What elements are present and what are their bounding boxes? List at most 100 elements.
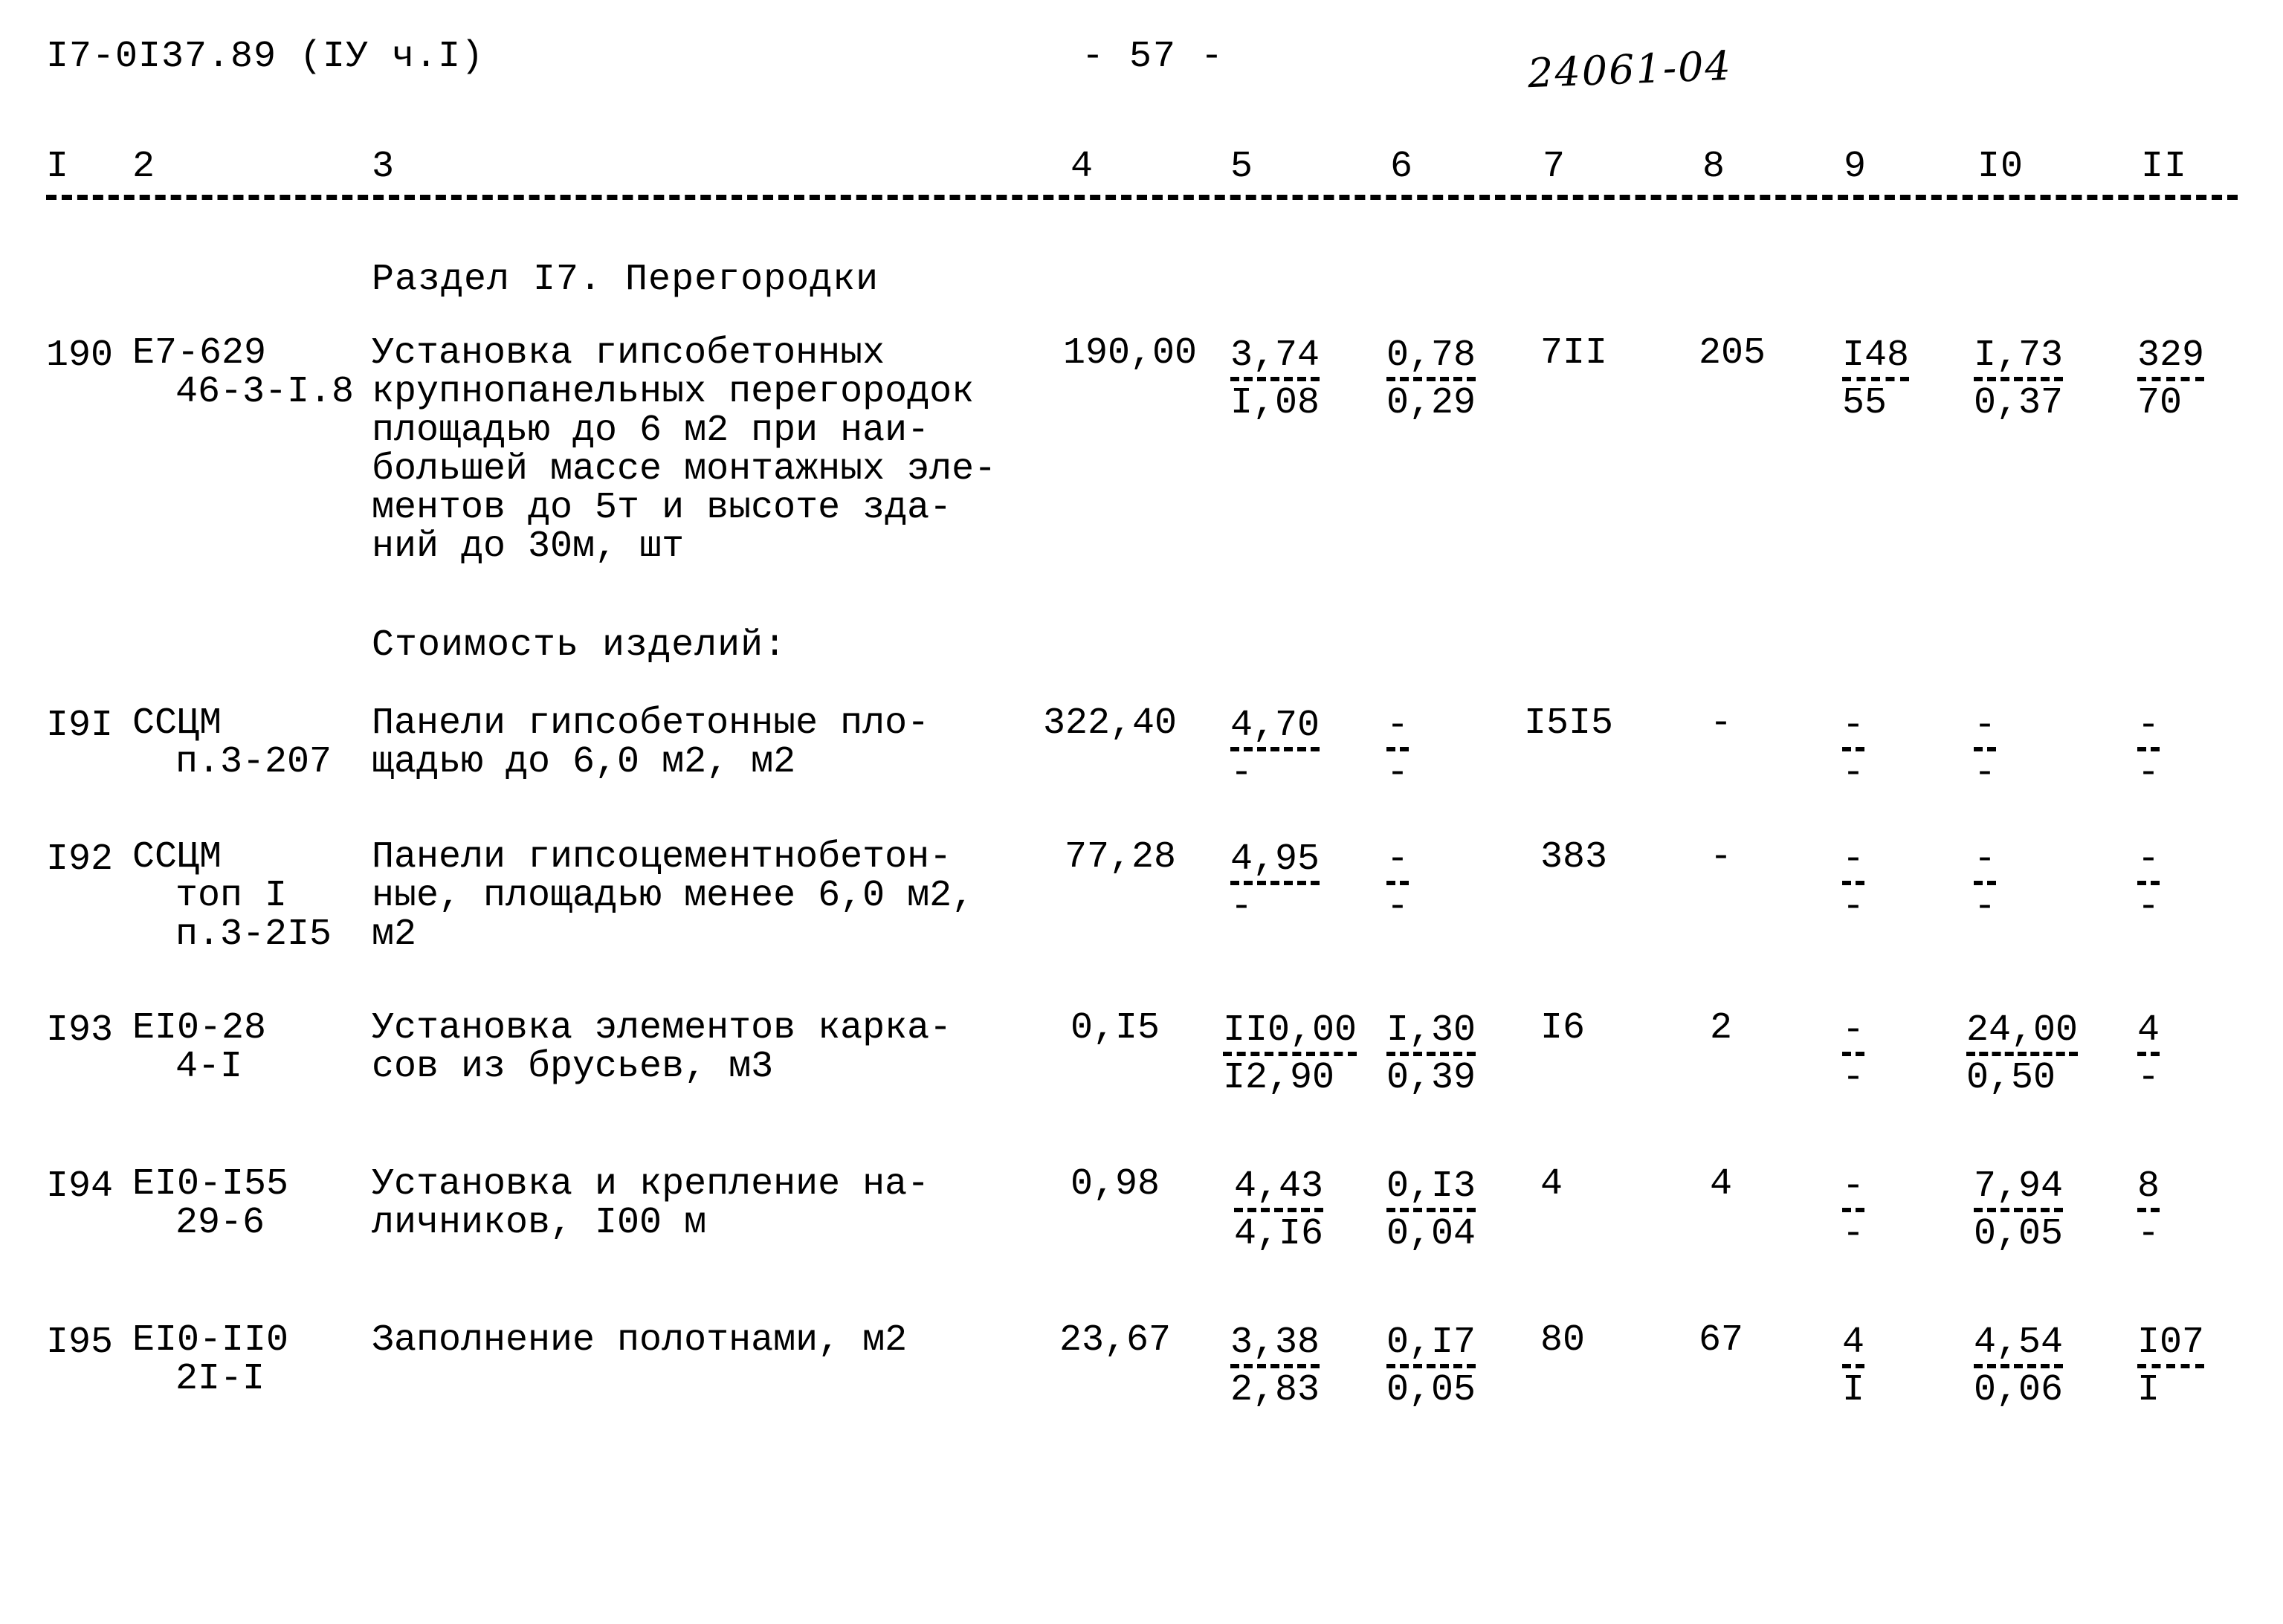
cell-value-numerator: - xyxy=(1974,707,1997,751)
row-code: Е7-629 46-3-I.8 xyxy=(132,334,354,412)
row-code-line: топ I xyxy=(175,875,288,917)
cell-value: I5I5 xyxy=(1524,702,1614,745)
cell-value-denominator: 0,39 xyxy=(1386,1057,1476,1099)
cell-col5: 3,38 2,83 xyxy=(1230,1321,1320,1410)
cell-value-denominator: I2,90 xyxy=(1223,1057,1335,1099)
cell-col4: 190,00 xyxy=(1063,334,1197,373)
row-description-line: Установка элементов карка- xyxy=(372,1007,952,1049)
sub-heading: Стоимость изделий: xyxy=(372,624,787,667)
cell-value-numerator: - xyxy=(1842,841,1865,885)
document-code: I7-0I37.89 (IУ ч.I) xyxy=(46,36,485,78)
cell-value-denominator: 4,I6 xyxy=(1234,1213,1324,1255)
row-description: Панели гипсоцементнобетон- ные, площадью… xyxy=(372,838,974,954)
cell-col6: 0,78 0,29 xyxy=(1386,334,1476,423)
cell-value-numerator: 3,38 xyxy=(1230,1324,1320,1368)
row-description: Установка и крепление на- личников, I00 … xyxy=(372,1165,929,1243)
cell-col6: 0,I7 0,05 xyxy=(1386,1321,1476,1410)
cell-value-numerator: - xyxy=(1842,1168,1865,1212)
row-description-line: крупнопанельных перегородок xyxy=(372,371,975,413)
cell-value-numerator: - xyxy=(1842,1012,1865,1056)
row-code-line: 29-6 xyxy=(175,1202,265,1244)
cell-value-numerator: 4,70 xyxy=(1230,707,1320,751)
cell-value-denominator: - xyxy=(2137,752,2160,795)
cell-col11: 8 - xyxy=(2137,1165,2160,1254)
cell-col7: I6 xyxy=(1540,1009,1585,1048)
row-code-line: ССЦМ xyxy=(132,702,222,745)
cell-col11: - - xyxy=(2137,705,2160,793)
cell-value-numerator: - xyxy=(2137,841,2160,885)
cell-value-numerator: - xyxy=(1386,841,1409,885)
cell-value-denominator: - xyxy=(1386,752,1409,795)
row-code: ССЦМ п.3-207 xyxy=(132,705,332,782)
cell-value-numerator: 4,54 xyxy=(1974,1324,2064,1368)
row-position-number: I95 xyxy=(46,1321,114,1364)
cell-value-denominator: - xyxy=(1842,752,1865,795)
cell-col7: I5I5 xyxy=(1524,705,1613,743)
cell-value-numerator: 4 xyxy=(1842,1324,1865,1368)
cell-col8: 67 xyxy=(1699,1321,1743,1360)
cell-value-numerator: 0,78 xyxy=(1386,337,1476,381)
cell-col4: 0,I5 xyxy=(1071,1009,1160,1048)
cell-value-denominator: 0,05 xyxy=(1974,1213,2064,1255)
row-code-line: п.3-207 xyxy=(175,741,332,783)
cell-value-denominator: I,08 xyxy=(1230,382,1320,424)
cell-col5: 4,70 - xyxy=(1230,705,1320,793)
cell-value-denominator: - xyxy=(1974,886,1997,928)
row-code: ЕI0-I55 29-6 xyxy=(132,1165,288,1243)
row-code-line: п.3-2I5 xyxy=(175,913,332,956)
row-position-number: I9I xyxy=(46,705,114,747)
row-code-line: ССЦМ xyxy=(132,836,222,879)
archive-stamp-number: 24061-04 xyxy=(1526,42,1733,97)
row-description-line: щадью до 6,0 м2, м2 xyxy=(372,741,796,783)
cell-col10: - - xyxy=(1974,838,1997,928)
row-description-line: Панели гипсобетонные пло- xyxy=(372,702,930,745)
row-position-number: I92 xyxy=(46,838,114,881)
cell-value: 205 xyxy=(1699,332,1766,375)
column-header-4: 4 xyxy=(1071,146,1094,188)
row-code-line: Е7-629 xyxy=(132,332,267,375)
cell-col4: 23,67 xyxy=(1059,1321,1171,1360)
cell-value-numerator: 7,94 xyxy=(1974,1168,2064,1212)
row-description: Панели гипсобетонные пло- щадью до 6,0 м… xyxy=(372,705,929,782)
cell-value-denominator: 70 xyxy=(2137,382,2183,424)
row-description-line: Заполнение полотнами, м2 xyxy=(372,1319,908,1362)
cell-col11: - - xyxy=(2137,838,2160,927)
cell-col11: I07 I xyxy=(2137,1321,2205,1411)
row-description-line: м2 xyxy=(372,913,417,956)
column-header-9: 9 xyxy=(1844,146,1867,188)
cell-value: 0,I5 xyxy=(1071,1007,1160,1049)
cell-col10: - - xyxy=(1974,705,1997,793)
cell-col7: 383 xyxy=(1540,838,1607,877)
column-header-11: II xyxy=(2141,146,2188,188)
cell-col5: 4,95 - xyxy=(1230,838,1320,927)
cell-value: 383 xyxy=(1540,836,1608,879)
row-description-line: Панели гипсоцементнобетон- xyxy=(372,836,952,879)
cell-col9: - - xyxy=(1842,1165,1865,1254)
row-code-line: ЕI0-II0 xyxy=(132,1319,289,1362)
cell-value-numerator: I07 xyxy=(2137,1324,2205,1368)
header-divider-rule xyxy=(46,195,2238,200)
row-code: ССЦМ топ I п.3-2I5 xyxy=(132,838,332,954)
cell-col8: - xyxy=(1710,705,1732,743)
cell-value-denominator: 0,29 xyxy=(1386,382,1476,424)
cell-value: 77,28 xyxy=(1065,836,1177,879)
row-position-number: I93 xyxy=(46,1009,114,1052)
cell-value-numerator: 0,I3 xyxy=(1386,1168,1476,1212)
cell-value-denominator: I xyxy=(2137,1369,2160,1411)
cell-value: 80 xyxy=(1540,1319,1586,1362)
cell-col11: 329 70 xyxy=(2137,334,2205,424)
cell-value-numerator: II0,00 xyxy=(1223,1012,1357,1056)
cell-col6: - - xyxy=(1386,705,1409,793)
cell-value-denominator: - xyxy=(2137,1057,2160,1099)
cell-value-numerator: 3,74 xyxy=(1230,337,1320,381)
cell-col5: 3,74 I,08 xyxy=(1230,334,1320,423)
cell-value-denominator: - xyxy=(2137,886,2160,928)
column-header-3: 3 xyxy=(372,146,395,188)
cell-col9: - - xyxy=(1842,705,1865,795)
column-header-1: I xyxy=(46,146,70,188)
cell-value: 4 xyxy=(1540,1163,1563,1206)
cell-value: - xyxy=(1710,702,1733,745)
cell-value-numerator: I,73 xyxy=(1974,337,2064,381)
cell-value: 23,67 xyxy=(1059,1319,1172,1362)
cell-value-denominator: 0,06 xyxy=(1974,1369,2064,1411)
